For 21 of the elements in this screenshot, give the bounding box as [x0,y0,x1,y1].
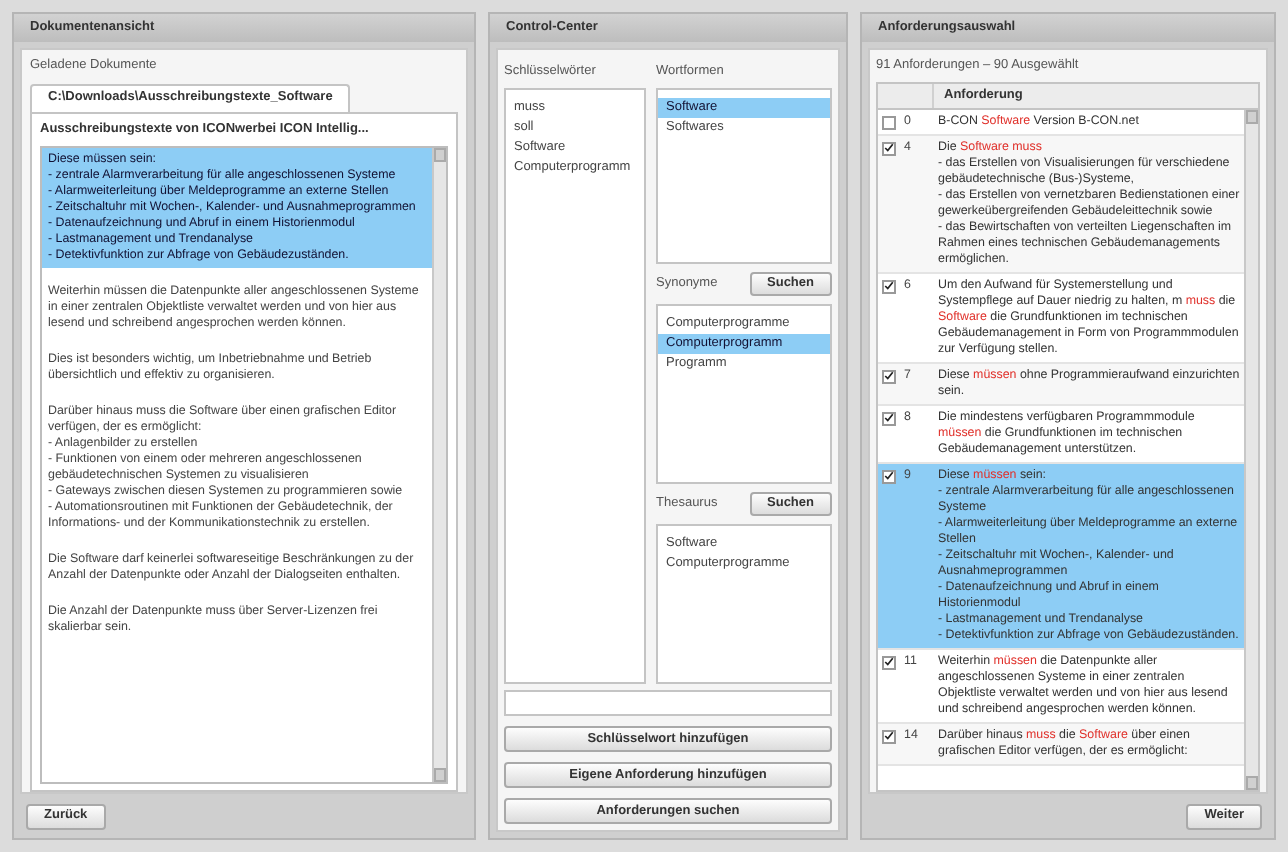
check-icon [884,370,894,383]
check-icon [884,470,894,483]
scrollbar[interactable] [432,147,446,782]
row-checkbox[interactable] [882,469,896,484]
requirement-row[interactable] [878,135,1244,274]
check-icon [884,412,894,425]
row-checkbox[interactable] [882,369,896,384]
check-icon [884,280,894,293]
row-checkbox[interactable] [882,279,896,294]
row-checkbox[interactable] [882,729,896,744]
row-checkbox[interactable] [882,141,896,156]
scrollbar[interactable] [1244,109,1258,790]
row-checkbox[interactable] [882,655,896,670]
requirement-row[interactable] [878,273,1244,364]
requirement-row[interactable] [878,463,1244,650]
keyword-input-field[interactable] [504,690,832,716]
check-icon [884,142,894,155]
check-icon [884,730,894,743]
check-icon [884,656,894,669]
row-checkbox[interactable] [882,411,896,426]
row-checkbox[interactable] [882,115,896,130]
